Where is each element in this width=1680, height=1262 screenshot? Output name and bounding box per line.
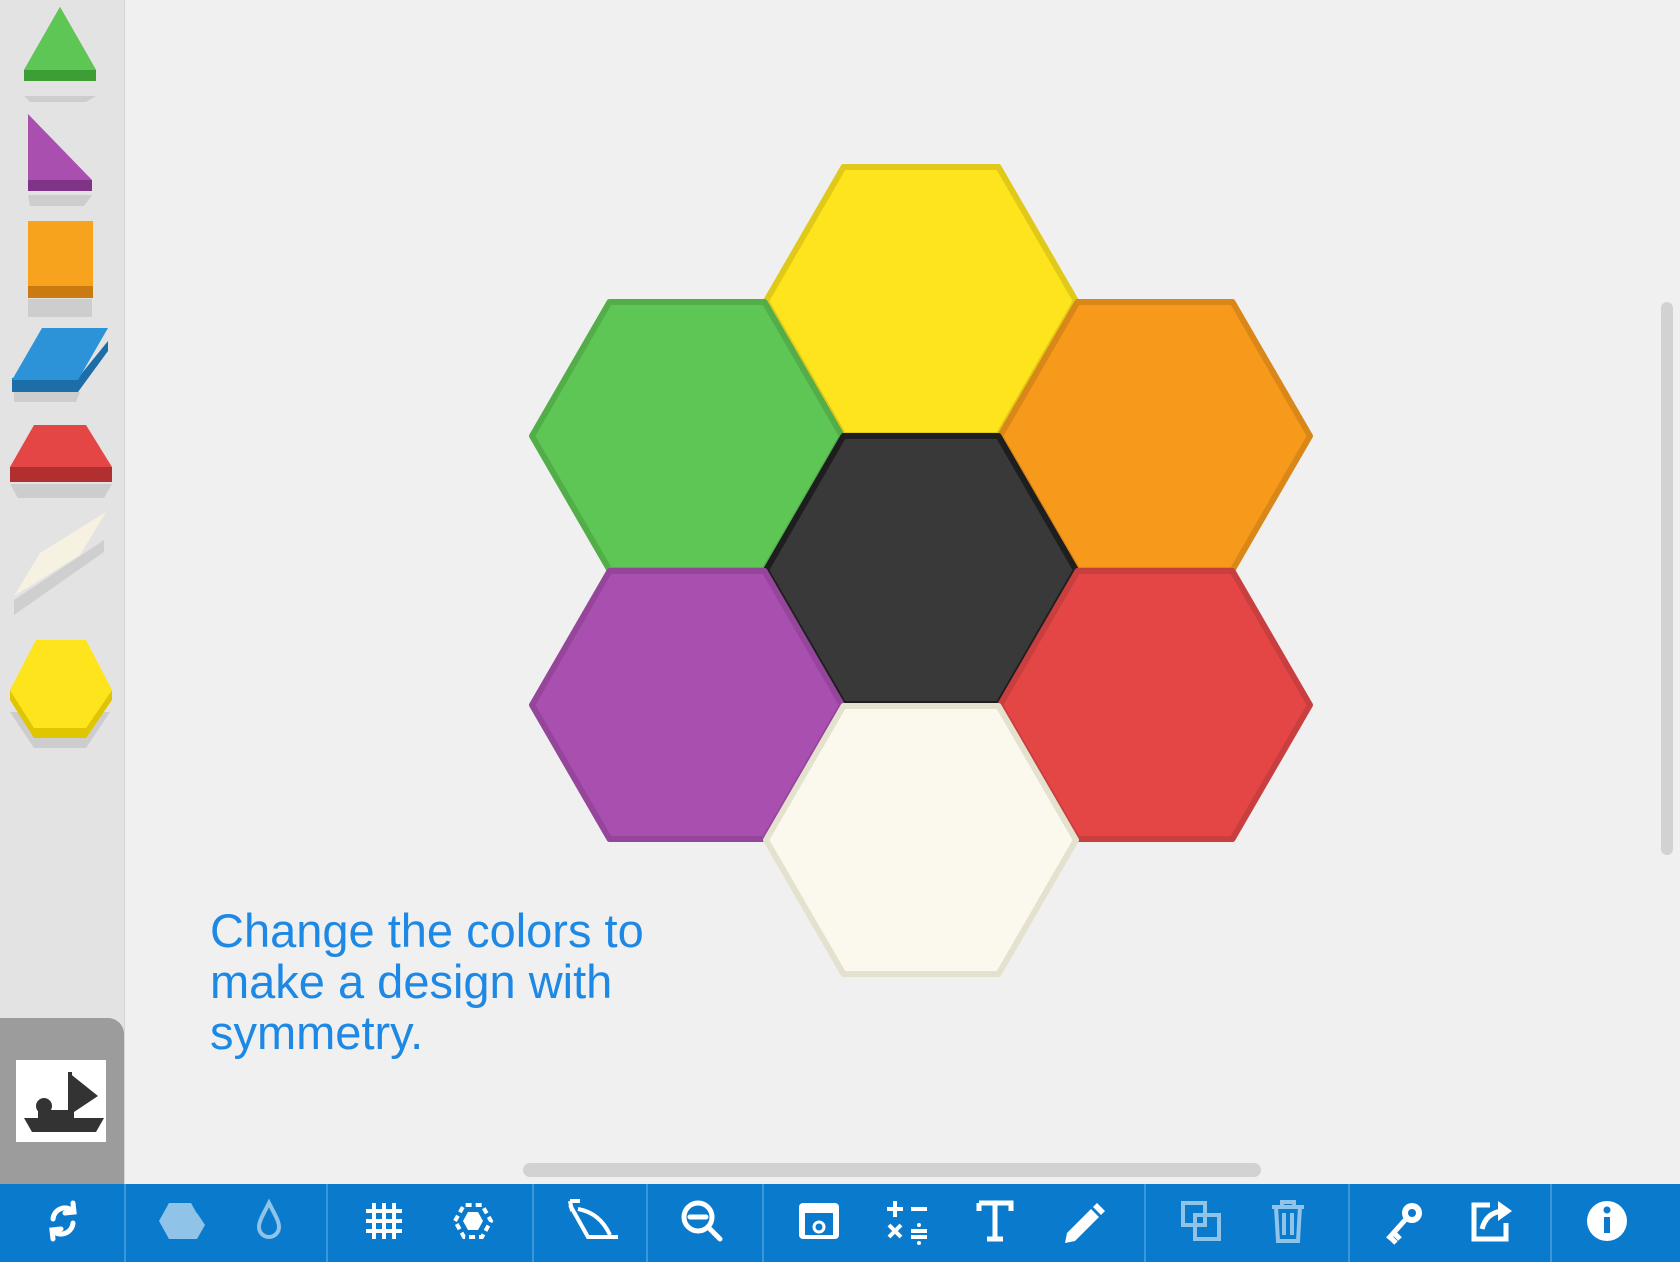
shape-palette-sidebar [0,0,125,1184]
trapezoid-shape-button[interactable] [10,425,112,498]
toolbar-divider [124,1184,126,1262]
share-button[interactable] [1453,1184,1531,1262]
operations-button[interactable] [870,1184,948,1262]
zoom-out-button[interactable] [665,1184,743,1262]
shapes-button[interactable] [142,1184,220,1262]
select-button[interactable] [436,1184,514,1262]
trash-icon [1272,1200,1304,1243]
bottom-toolbar [0,1184,1680,1262]
color-drop-button[interactable] [232,1184,310,1262]
vertical-scrollbar[interactable] [1661,302,1673,855]
horizontal-scrollbar[interactable] [523,1163,1261,1177]
stamp-icon [24,1072,104,1132]
instruction-text: Change the colors to make a design with … [210,904,644,1059]
trash-button[interactable] [1251,1184,1329,1262]
parallelogram-shape-button[interactable] [12,328,108,402]
duplicate-button[interactable] [1164,1184,1242,1262]
refresh-icon [49,1200,77,1242]
shape-palette [10,7,112,748]
info-icon [1587,1201,1627,1241]
text-button[interactable] [958,1184,1036,1262]
key-icon [1386,1203,1422,1245]
select-icon [452,1203,494,1239]
thin-rhombus-shape-button[interactable] [14,512,106,615]
toolbar-divider [1550,1184,1552,1262]
toolbar-divider [762,1184,764,1262]
toolbar-divider [1144,1184,1146,1262]
triangle-shape-button[interactable] [24,7,96,102]
key-button[interactable] [1367,1184,1445,1262]
toolbar-divider [326,1184,328,1262]
square-shape-button[interactable] [28,221,93,317]
toolbar-divider [1348,1184,1350,1262]
zoom-out-icon [681,1200,723,1242]
stamp-panel [0,1018,124,1184]
text-icon [976,1200,1014,1242]
share-icon [1471,1201,1512,1242]
stamp-button[interactable] [16,1060,106,1142]
background-button[interactable] [782,1184,860,1262]
color-drop-icon [256,1198,282,1239]
angle-icon [568,1199,618,1239]
angle-button[interactable] [553,1184,631,1262]
grid-button[interactable] [347,1184,425,1262]
info-button[interactable] [1570,1184,1648,1262]
pencil-button[interactable] [1046,1184,1124,1262]
pencil-icon [1065,1203,1105,1243]
operations-icon [887,1201,927,1245]
right-triangle-shape-button[interactable] [28,114,92,206]
hexagon-shape-button[interactable] [10,640,112,748]
toolbar-divider [646,1184,648,1262]
shapes-icon [159,1203,205,1239]
background-icon [799,1203,839,1239]
toolbar-divider [532,1184,534,1262]
grid-icon [366,1203,402,1239]
refresh-button[interactable] [26,1184,104,1262]
duplicate-icon [1181,1201,1221,1241]
